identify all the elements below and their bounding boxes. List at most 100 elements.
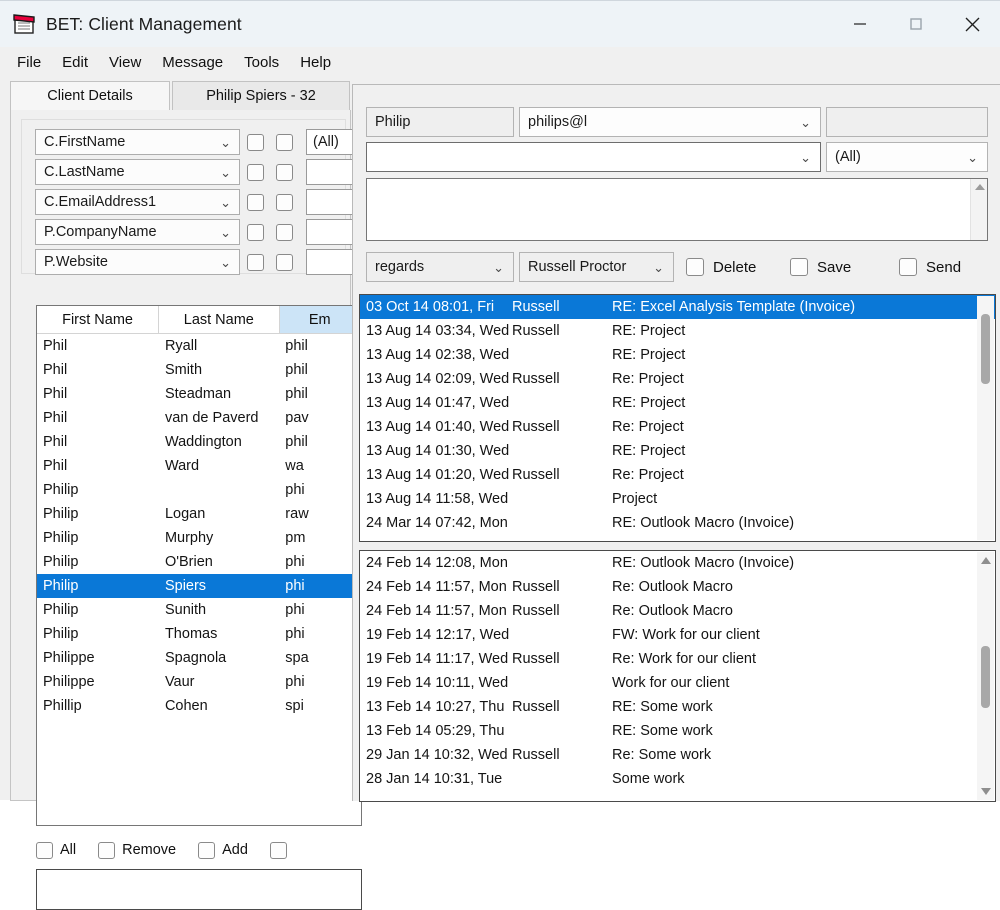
message-row[interactable]: 29 Jan 14 10:32, Wed Russell Re: Some work	[360, 743, 995, 767]
menu-item-edit[interactable]: Edit	[53, 51, 97, 74]
checkbox-delete[interactable]: Delete	[686, 258, 756, 276]
message-subj: RE: Project	[612, 395, 686, 411]
close-button[interactable]	[944, 1, 1000, 47]
filter-checkbox-b-2[interactable]	[276, 194, 293, 211]
message-row[interactable]: 13 Aug 14 01:40, Wed Russell Re: Project	[360, 415, 995, 439]
client-row[interactable]: Phil Smith phil	[37, 358, 361, 382]
message-row[interactable]: 13 Feb 14 05:29, Thu RE: Some work	[360, 719, 995, 743]
minimize-button[interactable]	[832, 1, 888, 47]
filter-field-select-0[interactable]: C.FirstName ⌄	[35, 129, 240, 155]
tab-philip-spiers[interactable]: Philip Spiers - 32	[172, 81, 350, 111]
message-row[interactable]: 13 Aug 14 02:09, Wed Russell Re: Project	[360, 367, 995, 391]
message-body-textarea[interactable]	[366, 178, 988, 241]
filter-checkbox-b-1[interactable]	[276, 164, 293, 181]
column-header-email[interactable]: Em	[279, 306, 361, 333]
client-row[interactable]: Phil van de Paverd pav	[37, 406, 361, 430]
scrollbar-thumb[interactable]	[981, 646, 990, 708]
checkbox-fourth[interactable]	[269, 841, 294, 859]
column-header-last-name[interactable]: Last Name	[159, 306, 280, 333]
filter-checkbox-b-0[interactable]	[276, 134, 293, 151]
client-row[interactable]: Phillip Cohen spi	[37, 694, 361, 718]
message-list-bottom[interactable]: 24 Feb 14 12:08, Mon RE: Outlook Macro (I…	[359, 550, 996, 802]
checkbox-remove[interactable]: Remove	[98, 841, 176, 859]
recipient-email-select[interactable]: philips@l ⌄	[519, 107, 821, 137]
client-row[interactable]: Phil Waddington phil	[37, 430, 361, 454]
recipient-email-value: philips@l	[528, 114, 588, 130]
client-notes-textarea[interactable]	[36, 869, 362, 910]
client-row[interactable]: Philip Sunith phi	[37, 598, 361, 622]
tab-client-details[interactable]: Client Details	[10, 81, 170, 111]
signature-select[interactable]: regards ⌄	[366, 252, 514, 282]
message-row[interactable]: 19 Feb 14 11:17, Wed Russell Re: Work for …	[360, 647, 995, 671]
filter-checkbox-a-1[interactable]	[247, 164, 264, 181]
message-list-top-scrollbar[interactable]	[977, 296, 994, 540]
filter-checkbox-b-4[interactable]	[276, 254, 293, 271]
maximize-button[interactable]	[888, 1, 944, 47]
menu-item-message[interactable]: Message	[153, 51, 232, 74]
client-row[interactable]: Philip Logan raw	[37, 502, 361, 526]
client-row[interactable]: Phil Steadman phil	[37, 382, 361, 406]
filter-checkbox-a-3[interactable]	[247, 224, 264, 241]
filter-field-select-2[interactable]: C.EmailAddress1 ⌄	[35, 189, 240, 215]
filter-checkbox-a-4[interactable]	[247, 254, 264, 271]
message-list-top[interactable]: 03 Oct 14 08:01, Fri Russell RE: Excel Ana…	[359, 294, 996, 542]
message-row[interactable]: 24 Feb 14 11:57, Mon Russell Re: Outlook M…	[360, 575, 995, 599]
message-row[interactable]: 13 Aug 14 01:20, Wed Russell Re: Project	[360, 463, 995, 487]
menu-item-file[interactable]: File	[8, 51, 50, 74]
checkbox-add[interactable]: Add	[198, 841, 248, 859]
client-row[interactable]: Phil Ryall phil	[37, 334, 361, 358]
client-cell-last: Smith	[164, 362, 203, 378]
message-row[interactable]: 24 Feb 14 12:08, Mon RE: Outlook Macro (I…	[360, 551, 995, 575]
message-row[interactable]: 13 Aug 14 01:30, Wed RE: Project	[360, 439, 995, 463]
scroll-up-arrow-icon[interactable]	[981, 557, 991, 564]
menu-item-view[interactable]: View	[100, 51, 150, 74]
message-row[interactable]: 13 Feb 14 10:27, Thu Russell RE: Some work	[360, 695, 995, 719]
filter-field-select-1[interactable]: C.LastName ⌄	[35, 159, 240, 185]
filter-row: C.LastName ⌄	[35, 159, 402, 185]
subject-select[interactable]: ⌄	[366, 142, 821, 172]
filter-checkbox-b-3[interactable]	[276, 224, 293, 241]
filter-checkbox-a-2[interactable]	[247, 194, 264, 211]
message-row[interactable]: 13 Aug 14 03:34, Wed Russell RE: Project	[360, 319, 995, 343]
column-header-first-name[interactable]: First Name	[37, 306, 160, 333]
message-sender: Russell	[512, 747, 560, 763]
message-row[interactable]: 19 Feb 14 12:17, Wed FW: Work for our cli…	[360, 623, 995, 647]
client-row[interactable]: Philip phi	[37, 478, 361, 502]
scroll-up-arrow-icon[interactable]	[975, 184, 985, 190]
scrollbar-thumb[interactable]	[981, 314, 990, 384]
message-row[interactable]: 24 Feb 14 11:57, Mon Russell Re: Outlook M…	[360, 599, 995, 623]
scroll-down-arrow-icon[interactable]	[981, 788, 991, 795]
extra-field[interactable]	[826, 107, 988, 137]
filter-field-select-4[interactable]: P.Website ⌄	[35, 249, 240, 275]
checkbox-save[interactable]: Save	[790, 258, 851, 276]
checkbox-box	[686, 258, 704, 276]
message-list-bottom-scrollbar[interactable]	[977, 552, 994, 800]
category-select[interactable]: (All) ⌄	[826, 142, 988, 172]
menu-item-tools[interactable]: Tools	[235, 51, 288, 74]
client-row[interactable]: Philip Spiers phi	[37, 574, 361, 598]
filter-field-select-3[interactable]: P.CompanyName ⌄	[35, 219, 240, 245]
checkbox-all[interactable]: All	[36, 841, 76, 859]
message-row[interactable]: 13 Aug 14 02:38, Wed RE: Project	[360, 343, 995, 367]
message-row[interactable]: 28 Jan 14 10:31, Tue Some work	[360, 767, 995, 791]
client-row[interactable]: Philip Murphy pm	[37, 526, 361, 550]
message-row[interactable]: 19 Feb 14 10:11, Wed Work for our client	[360, 671, 995, 695]
sender-select[interactable]: Russell Proctor ⌄	[519, 252, 674, 282]
application-window: BET: Client Management File Edit View Me…	[0, 0, 1000, 910]
message-row[interactable]: 24 Mar 14 07:42, Mon RE: Outlook Macro (I…	[360, 511, 995, 535]
menu-item-help[interactable]: Help	[291, 51, 340, 74]
message-row[interactable]: 03 Oct 14 08:01, Fri Russell RE: Excel Ana…	[360, 295, 995, 319]
message-row[interactable]: 13 Aug 14 11:58, Wed Project	[360, 487, 995, 511]
filter-checkbox-a-0[interactable]	[247, 134, 264, 151]
message-body-scrollbar[interactable]	[970, 179, 987, 240]
message-rows-top: 03 Oct 14 08:01, Fri Russell RE: Excel Ana…	[360, 295, 995, 535]
checkbox-send[interactable]: Send	[899, 258, 961, 276]
client-row[interactable]: Philip Thomas phi	[37, 622, 361, 646]
client-grid[interactable]: First Name Last Name Em Phil Ryall phil Phi…	[36, 305, 362, 826]
client-row[interactable]: Philippe Spagnola spa	[37, 646, 361, 670]
client-row[interactable]: Philip O'Brien phi	[37, 550, 361, 574]
recipient-name-field[interactable]: Philip	[366, 107, 514, 137]
client-row[interactable]: Philippe Vaur phi	[37, 670, 361, 694]
client-row[interactable]: Phil Ward wa	[37, 454, 361, 478]
message-row[interactable]: 13 Aug 14 01:47, Wed RE: Project	[360, 391, 995, 415]
